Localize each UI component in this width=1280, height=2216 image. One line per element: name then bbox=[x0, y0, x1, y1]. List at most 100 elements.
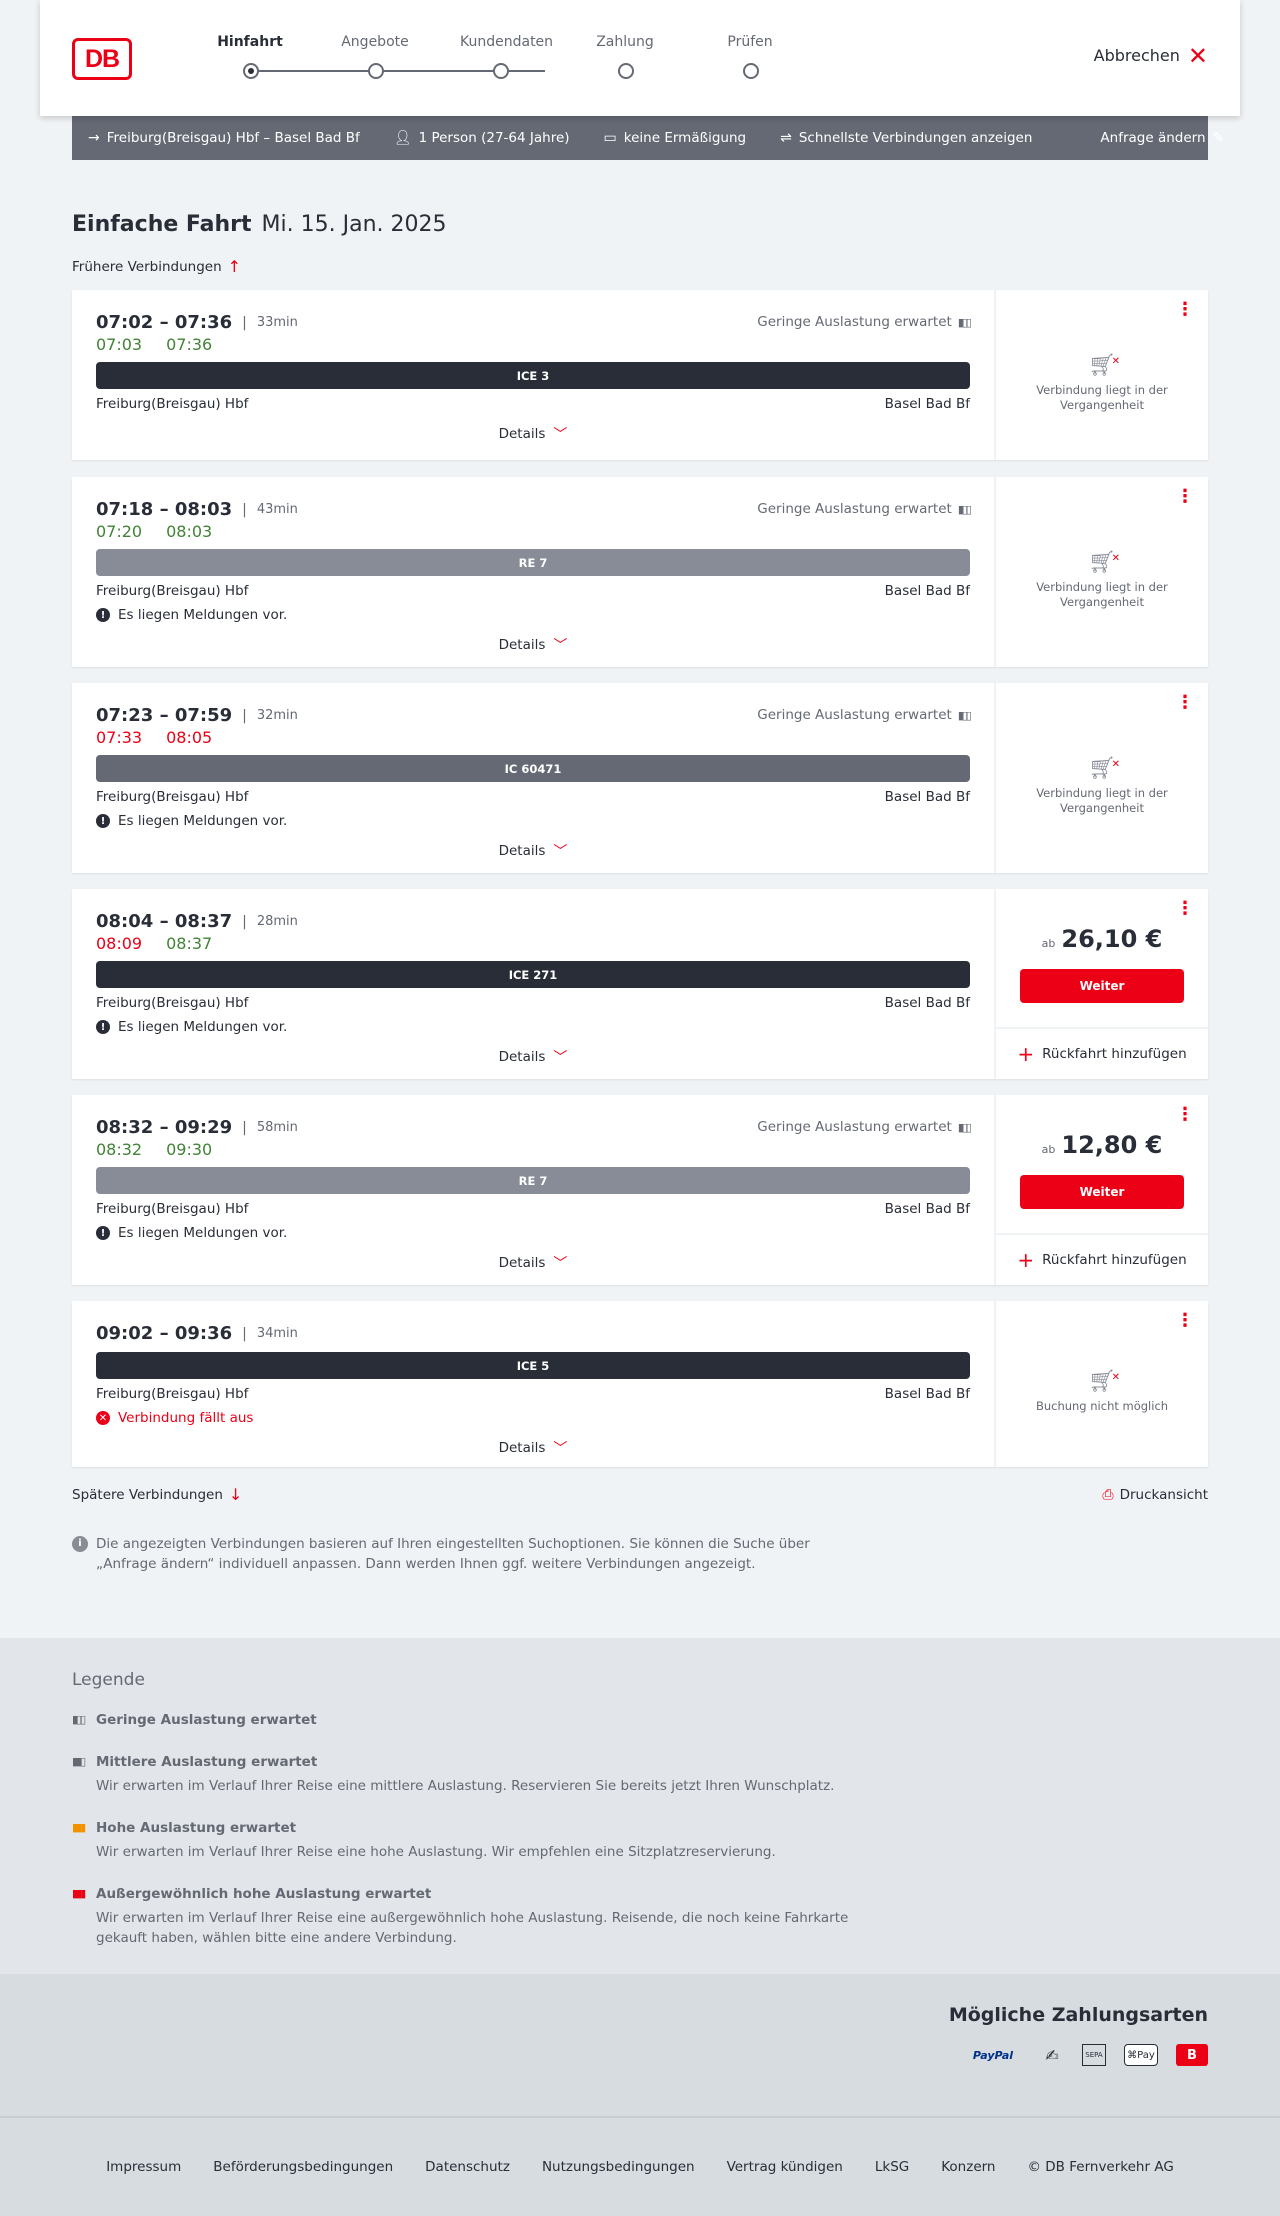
realtime-departure: 08:32 bbox=[96, 1140, 143, 1159]
duration: 32min bbox=[256, 708, 298, 723]
later-connections-link[interactable]: Spätere Verbindungen ↓ bbox=[72, 1485, 242, 1504]
db-logo[interactable]: DB bbox=[72, 38, 132, 80]
add-return-button[interactable]: + Rückfahrt hinzufügen bbox=[996, 1233, 1208, 1285]
close-icon: ✕ bbox=[1187, 41, 1208, 70]
footer-impressum[interactable]: Impressum bbox=[106, 2159, 181, 2175]
legend-section: Legende ▮▯▯ Geringe Auslastung erwartet ▮… bbox=[0, 1638, 1280, 1974]
chevron-down-icon: ﹀ bbox=[553, 427, 568, 443]
price-prefix: ab bbox=[1041, 937, 1056, 950]
continue-button[interactable]: Weiter bbox=[1020, 969, 1184, 1003]
realtime-arrival: 08:37 bbox=[166, 934, 213, 953]
alert-icon: ! bbox=[96, 1226, 110, 1240]
step-dot-icon bbox=[243, 63, 259, 79]
alert-icon: ! bbox=[96, 608, 110, 622]
info-icon: i bbox=[72, 1536, 88, 1552]
footer-befoerderung[interactable]: Beförderungsbedingungen bbox=[213, 2159, 393, 2175]
filter-icon: ⇌ bbox=[780, 130, 792, 146]
more-options-icon[interactable]: ⋮ bbox=[1176, 900, 1194, 918]
details-toggle[interactable]: Details ﹀ bbox=[96, 1253, 970, 1273]
add-return-button[interactable]: + Rückfahrt hinzufügen bbox=[996, 1027, 1208, 1079]
details-toggle[interactable]: Details ﹀ bbox=[96, 841, 970, 861]
trip-date: Mi. 15. Jan. 2025 bbox=[261, 212, 447, 237]
notice-message[interactable]: ! Es liegen Meldungen vor. bbox=[96, 1225, 970, 1241]
notice-message[interactable]: ! Es liegen Meldungen vor. bbox=[96, 813, 970, 829]
plus-icon: + bbox=[1017, 1248, 1035, 1272]
connection-card: 07:18 – 08:03 | 43min Geringe Auslastung e… bbox=[72, 477, 1208, 667]
footer: Impressum Beförderungsbedingungen Datens… bbox=[0, 2118, 1280, 2216]
step-kundendaten: Kundendaten bbox=[460, 34, 553, 79]
earlier-connections-link[interactable]: Frühere Verbindungen ↑ bbox=[72, 257, 1208, 276]
realtime-departure: 07:20 bbox=[96, 522, 143, 541]
chevron-down-icon: ﹀ bbox=[553, 1441, 568, 1457]
step-dot-icon bbox=[618, 63, 634, 79]
step-dot-icon bbox=[493, 63, 509, 79]
realtime-arrival: 08:03 bbox=[166, 522, 213, 541]
realtime-departure: 07:03 bbox=[96, 335, 143, 354]
direct-debit-icon: ✍ bbox=[1045, 2045, 1059, 2065]
more-options-icon[interactable]: ⋮ bbox=[1176, 1312, 1194, 1330]
notice-message[interactable]: ! Es liegen Meldungen vor. bbox=[96, 1019, 970, 1035]
legend-item: ▮▯▯ Geringe Auslastung erwartet bbox=[72, 1712, 317, 1728]
footer-nutzung[interactable]: Nutzungsbedingungen bbox=[542, 2159, 695, 2175]
price: 26,10 € bbox=[1061, 925, 1163, 953]
arrow-up-icon: ↑ bbox=[227, 257, 242, 276]
more-options-icon[interactable]: ⋮ bbox=[1176, 694, 1194, 712]
realtime-departure: 07:33 bbox=[96, 728, 143, 747]
load-low-icon: ▮▯▯ bbox=[957, 315, 972, 329]
db-card-icon: B bbox=[1176, 2044, 1208, 2066]
connection-card: 09:02 – 09:36 | 34min ICE 5 Freiburg(Breis… bbox=[72, 1301, 1208, 1467]
origin-station: Freiburg(Breisgau) Hbf bbox=[96, 396, 249, 412]
route-summary: → Freiburg(Breisgau) Hbf – Basel Bad Bf bbox=[88, 130, 360, 146]
footer-konzern[interactable]: Konzern bbox=[941, 2159, 995, 2175]
cart-unavailable-icon: 🛒︎ ✕ bbox=[1088, 549, 1120, 575]
chevron-down-icon: ﹀ bbox=[553, 844, 568, 860]
planned-times: 07:02 – 07:36 bbox=[96, 312, 233, 333]
footer-datenschutz[interactable]: Datenschutz bbox=[425, 2159, 510, 2175]
planned-times: 07:23 – 07:59 bbox=[96, 705, 233, 726]
trip-type: Einfache Fahrt bbox=[72, 212, 252, 237]
load-indicator: Geringe Auslastung erwartet ▮▯▯ bbox=[757, 501, 972, 517]
price-prefix: ab bbox=[1041, 1143, 1056, 1156]
search-info-note: i Die angezeigten Verbindungen basieren … bbox=[72, 1534, 852, 1574]
train-bar: IC 60471 bbox=[96, 755, 970, 782]
origin-station: Freiburg(Breisgau) Hbf bbox=[96, 1201, 249, 1217]
more-options-icon[interactable]: ⋮ bbox=[1176, 1106, 1194, 1124]
page-title: Einfache Fahrt Mi. 15. Jan. 2025 bbox=[72, 212, 1208, 237]
connection-nav: Spätere Verbindungen ↓ ⎙ Druckansicht bbox=[72, 1485, 1208, 1504]
load-low-icon: ▮▯▯ bbox=[72, 1713, 86, 1726]
details-toggle[interactable]: Details ﹀ bbox=[96, 424, 970, 444]
realtime-arrival: 08:05 bbox=[166, 728, 213, 747]
footer-lksg[interactable]: LkSG bbox=[875, 2159, 909, 2175]
details-toggle[interactable]: Details ﹀ bbox=[96, 635, 970, 655]
progress-stepper: Hinfahrt Angebote Kundendaten Zahlung Pr… bbox=[210, 34, 773, 84]
footer-vertrag[interactable]: Vertrag kündigen bbox=[727, 2159, 843, 2175]
legend-title: Legende bbox=[72, 1670, 145, 1690]
cancellation-message[interactable]: ✕ Verbindung fällt aus bbox=[96, 1410, 970, 1426]
price: 12,80 € bbox=[1061, 1131, 1163, 1159]
payment-methods-section: Mögliche Zahlungsarten PayPal ✍ SEPA ⌘ Pa… bbox=[0, 1974, 1280, 2118]
continue-button[interactable]: Weiter bbox=[1020, 1175, 1184, 1209]
change-request-button[interactable]: Anfrage ändern ✎ bbox=[1100, 130, 1224, 146]
cart-unavailable-icon: 🛒︎ ✕ bbox=[1088, 1369, 1120, 1394]
realtime-arrival: 09:30 bbox=[166, 1140, 213, 1159]
more-options-icon[interactable]: ⋮ bbox=[1176, 301, 1194, 319]
destination-station: Basel Bad Bf bbox=[884, 995, 970, 1011]
sepa-icon: SEPA bbox=[1082, 2044, 1106, 2066]
destination-station: Basel Bad Bf bbox=[884, 1386, 970, 1402]
arrow-right-icon: → bbox=[88, 130, 100, 146]
fastest-filter[interactable]: ⇌ Schnellste Verbindungen anzeigen bbox=[780, 130, 1032, 146]
cancel-label: Abbrechen bbox=[1093, 46, 1180, 65]
print-view-link[interactable]: ⎙ Druckansicht bbox=[1102, 1485, 1208, 1504]
legend-item: ▮▮▮ Außergewöhnlich hohe Auslastung erwar… bbox=[72, 1886, 849, 1946]
more-options-icon[interactable]: ⋮ bbox=[1176, 488, 1194, 506]
legend-item: ▮▮▮ Hohe Auslastung erwartet Wir erwarten… bbox=[72, 1820, 776, 1860]
notice-message[interactable]: ! Es liegen Meldungen vor. bbox=[96, 607, 970, 623]
details-toggle[interactable]: Details ﹀ bbox=[96, 1047, 970, 1067]
details-toggle[interactable]: Details ﹀ bbox=[96, 1438, 970, 1458]
planned-times: 07:18 – 08:03 bbox=[96, 499, 233, 520]
connection-card: 07:02 – 07:36 | 33min Geringe Auslastung e… bbox=[72, 290, 1208, 460]
origin-station: Freiburg(Breisgau) Hbf bbox=[96, 1386, 249, 1402]
realtime-departure: 08:09 bbox=[96, 934, 143, 953]
connection-card: 08:04 – 08:37 | 28min 08:09 08:37 ICE 271 F… bbox=[72, 889, 1208, 1079]
cancel-button[interactable]: Abbrechen ✕ bbox=[1093, 41, 1208, 70]
